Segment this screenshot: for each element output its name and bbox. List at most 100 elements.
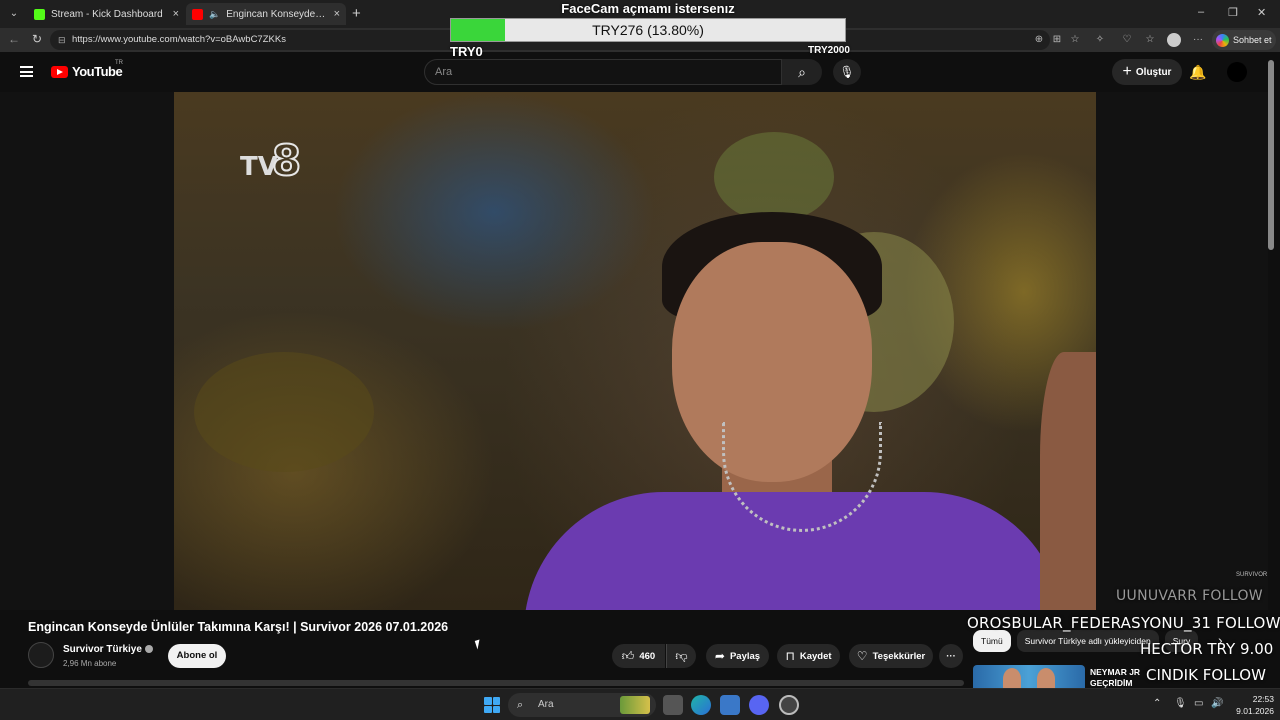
- minimize-icon[interactable]: –: [1198, 6, 1204, 18]
- network-icon[interactable]: ▭: [1194, 698, 1203, 709]
- video-title: Engincan Konseyde Ünlüler Takımına Karşı…: [28, 620, 449, 634]
- account-avatar[interactable]: [1227, 62, 1247, 82]
- copilot-icon: [1216, 33, 1229, 47]
- browser-essentials-icon[interactable]: ♡: [1120, 33, 1134, 47]
- thumbnail-person: [1037, 668, 1055, 690]
- maximize-icon[interactable]: ❐: [1228, 6, 1238, 19]
- thanks-label: Teşekkürler: [872, 650, 926, 662]
- second-person: [1040, 352, 1096, 610]
- youtube-logo[interactable]: YouTube: [51, 64, 123, 79]
- super-thanks-icon: ♡: [856, 649, 868, 663]
- donation-alert: HECTOR TRY 9.00: [1140, 640, 1274, 658]
- taskbar-search-placeholder: Ara: [538, 699, 554, 710]
- translate-icon[interactable]: ⊕: [1032, 33, 1046, 47]
- notifications-bell-icon[interactable]: 🔔: [1188, 62, 1208, 82]
- search-input[interactable]: Ara: [424, 59, 782, 85]
- foliage: [194, 352, 374, 472]
- chevron-up-icon[interactable]: ⌃: [1153, 698, 1161, 709]
- save-button[interactable]: ⊓ Kaydet: [777, 644, 840, 668]
- tab-youtube-video[interactable]: 🔈 Engincan Konseyde Ünlüler Takımına Kar…: [186, 3, 346, 25]
- channel-avatar[interactable]: [28, 642, 54, 668]
- site-info-icon[interactable]: ⊟: [58, 30, 66, 50]
- search-icon: ⌕: [517, 699, 524, 711]
- microphone-icon[interactable]: 🎙: [1174, 698, 1187, 709]
- search-highlight-image: [620, 696, 650, 714]
- create-label: Oluştur: [1135, 66, 1172, 78]
- subscribe-button[interactable]: Abone ol: [168, 644, 226, 668]
- copilot-label: Sohbet et: [1233, 35, 1272, 45]
- menu-icon[interactable]: [20, 66, 33, 77]
- clock-time: 22:53: [1252, 694, 1274, 704]
- app-icon[interactable]: [720, 695, 740, 715]
- apps-icon[interactable]: ⊞: [1050, 33, 1064, 47]
- thumbnail-person: [1003, 668, 1021, 690]
- thumbs-up-icon: 👍︎: [621, 648, 635, 663]
- goal-max-label: TRY2000: [808, 45, 850, 56]
- extensions-icon[interactable]: ✧: [1093, 33, 1107, 47]
- goal-title: FaceCam açmamı istersenız: [561, 1, 735, 16]
- volume-icon[interactable]: 🔊: [1211, 698, 1223, 709]
- taskbar-search[interactable]: ⌕ Ara: [508, 693, 656, 717]
- tab-kick-dashboard[interactable]: Stream - Kick Dashboard ×: [28, 3, 185, 25]
- windows-start-icon[interactable]: [484, 697, 500, 713]
- tab-close-icon[interactable]: ×: [173, 8, 179, 20]
- bookmark-icon: ⊓: [785, 649, 795, 663]
- new-tab-button[interactable]: +: [352, 5, 361, 22]
- tab-title: Stream - Kick Dashboard: [51, 8, 163, 20]
- search-icon[interactable]: ⌕: [782, 59, 822, 85]
- favorite-star-icon[interactable]: ☆: [1068, 33, 1082, 47]
- chip-from-uploader[interactable]: Survivor Türkiye adlı yükleyiciden: [1016, 630, 1159, 652]
- profile-icon[interactable]: [1167, 33, 1181, 47]
- tv8-watermark: TV8: [240, 135, 302, 186]
- kick-favicon-icon: [34, 8, 45, 20]
- close-window-icon[interactable]: ✕: [1257, 6, 1266, 19]
- edge-icon[interactable]: [691, 695, 711, 715]
- back-icon[interactable]: ←: [8, 32, 20, 46]
- goal-progress-text: TRY276 (13.80%): [592, 22, 704, 38]
- video-frame: TV8: [174, 92, 1096, 610]
- chevron-down-icon[interactable]: ⌄: [6, 6, 22, 22]
- dislike-button[interactable]: 👎︎: [666, 644, 696, 668]
- save-label: Kaydet: [799, 650, 832, 662]
- windows-taskbar: ⌕ Ara ⌃ 🎙 ▭ 🔊 22:53 9.01.2026: [0, 688, 1280, 720]
- recommendation-title[interactable]: NEYMAR JR GEÇRİDİM: [1090, 667, 1150, 689]
- share-icon: ➦: [714, 649, 725, 663]
- plus-icon: +: [1122, 63, 1132, 80]
- more-options-icon[interactable]: ···: [1191, 33, 1205, 47]
- goal-min-label: TRY0: [450, 44, 483, 59]
- copilot-button[interactable]: Sohbet et: [1212, 30, 1276, 50]
- channel-name[interactable]: Survivor Türkiye: [63, 644, 153, 655]
- like-count: 460: [639, 650, 656, 662]
- follow-alert: OROSBULAR_FEDERASYONU_31 FOLLOW: [967, 614, 1280, 632]
- discord-icon[interactable]: [749, 695, 769, 715]
- create-button[interactable]: + Oluştur: [1112, 59, 1182, 85]
- follow-alert: CINDIK FOLLOW: [1146, 666, 1266, 684]
- recommendation-thumbnail[interactable]: [973, 665, 1085, 690]
- task-view-icon[interactable]: [663, 695, 683, 715]
- refresh-icon[interactable]: ↻: [32, 32, 42, 46]
- thanks-button[interactable]: ♡ Teşekkürler: [849, 644, 933, 668]
- youtube-favicon-icon: [192, 8, 203, 20]
- speaker-icon[interactable]: 🔈: [209, 9, 220, 20]
- subscriber-count: 2,96 Mn abone: [63, 659, 117, 668]
- page-scrollbar[interactable]: [1268, 60, 1274, 250]
- goal-progress-bar: TRY276 (13.80%): [450, 18, 846, 42]
- clock-date: 9.01.2026: [1236, 706, 1274, 716]
- video-player[interactable]: TV8 SURVIVOR: [0, 92, 1268, 610]
- chip-all[interactable]: Tümü: [973, 630, 1011, 652]
- obs-icon[interactable]: [779, 695, 799, 715]
- horizontal-scrollbar[interactable]: [28, 680, 964, 686]
- url-text: https://www.youtube.com/watch?v=oBAwbC7Z…: [72, 34, 286, 45]
- clock[interactable]: 22:53 9.01.2026: [1232, 693, 1274, 717]
- collections-icon[interactable]: ☆: [1143, 33, 1157, 47]
- share-label: Paylaş: [729, 650, 761, 662]
- thumbs-down-icon: 👎︎: [675, 648, 688, 663]
- more-actions-button[interactable]: ···: [939, 644, 963, 668]
- verified-badge-icon: [144, 645, 153, 654]
- share-button[interactable]: ➦ Paylaş: [706, 644, 769, 668]
- microphone-icon[interactable]: 🎙: [833, 59, 861, 85]
- youtube-play-icon: [51, 65, 68, 78]
- foliage: [714, 132, 834, 222]
- like-button[interactable]: 👍︎ 460: [612, 644, 665, 668]
- tab-close-icon[interactable]: ×: [334, 8, 340, 20]
